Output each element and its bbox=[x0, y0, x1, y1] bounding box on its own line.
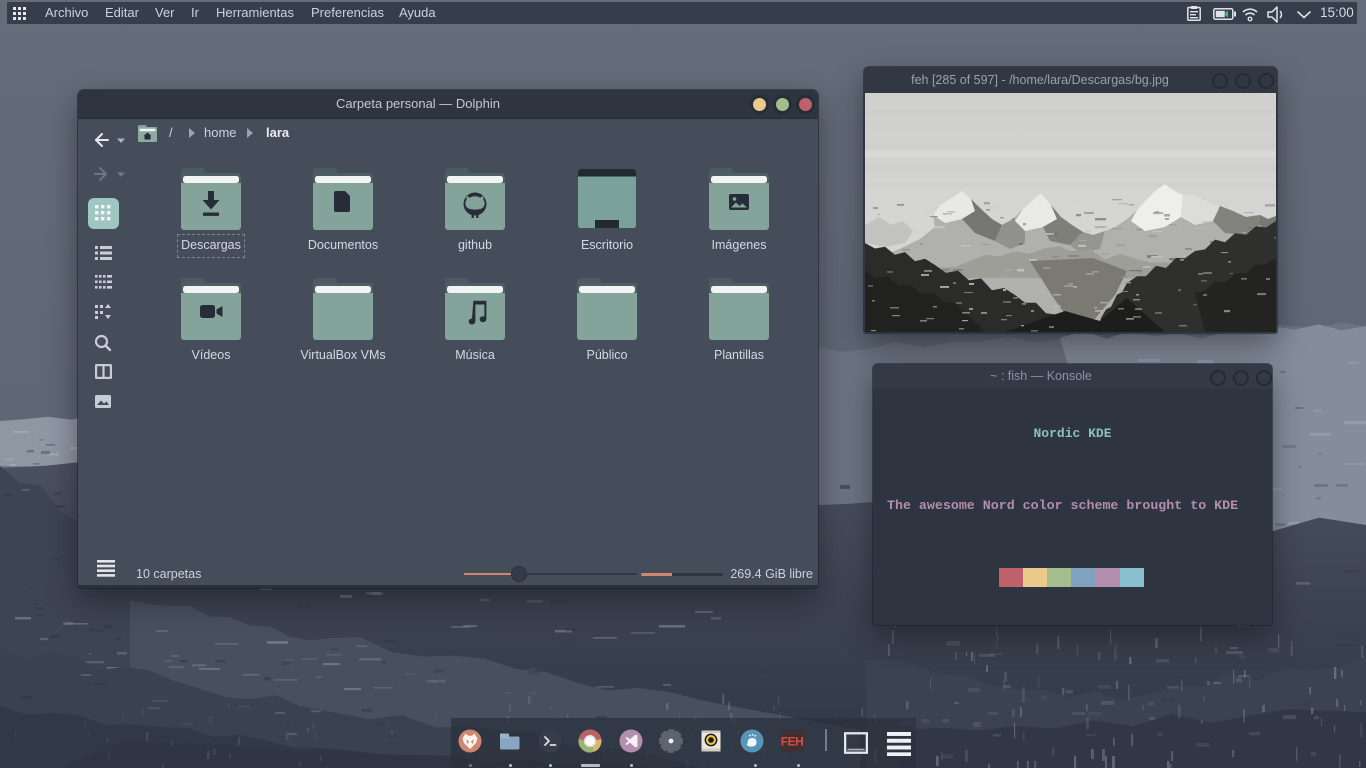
svg-text:FEH: FEH bbox=[781, 735, 804, 749]
